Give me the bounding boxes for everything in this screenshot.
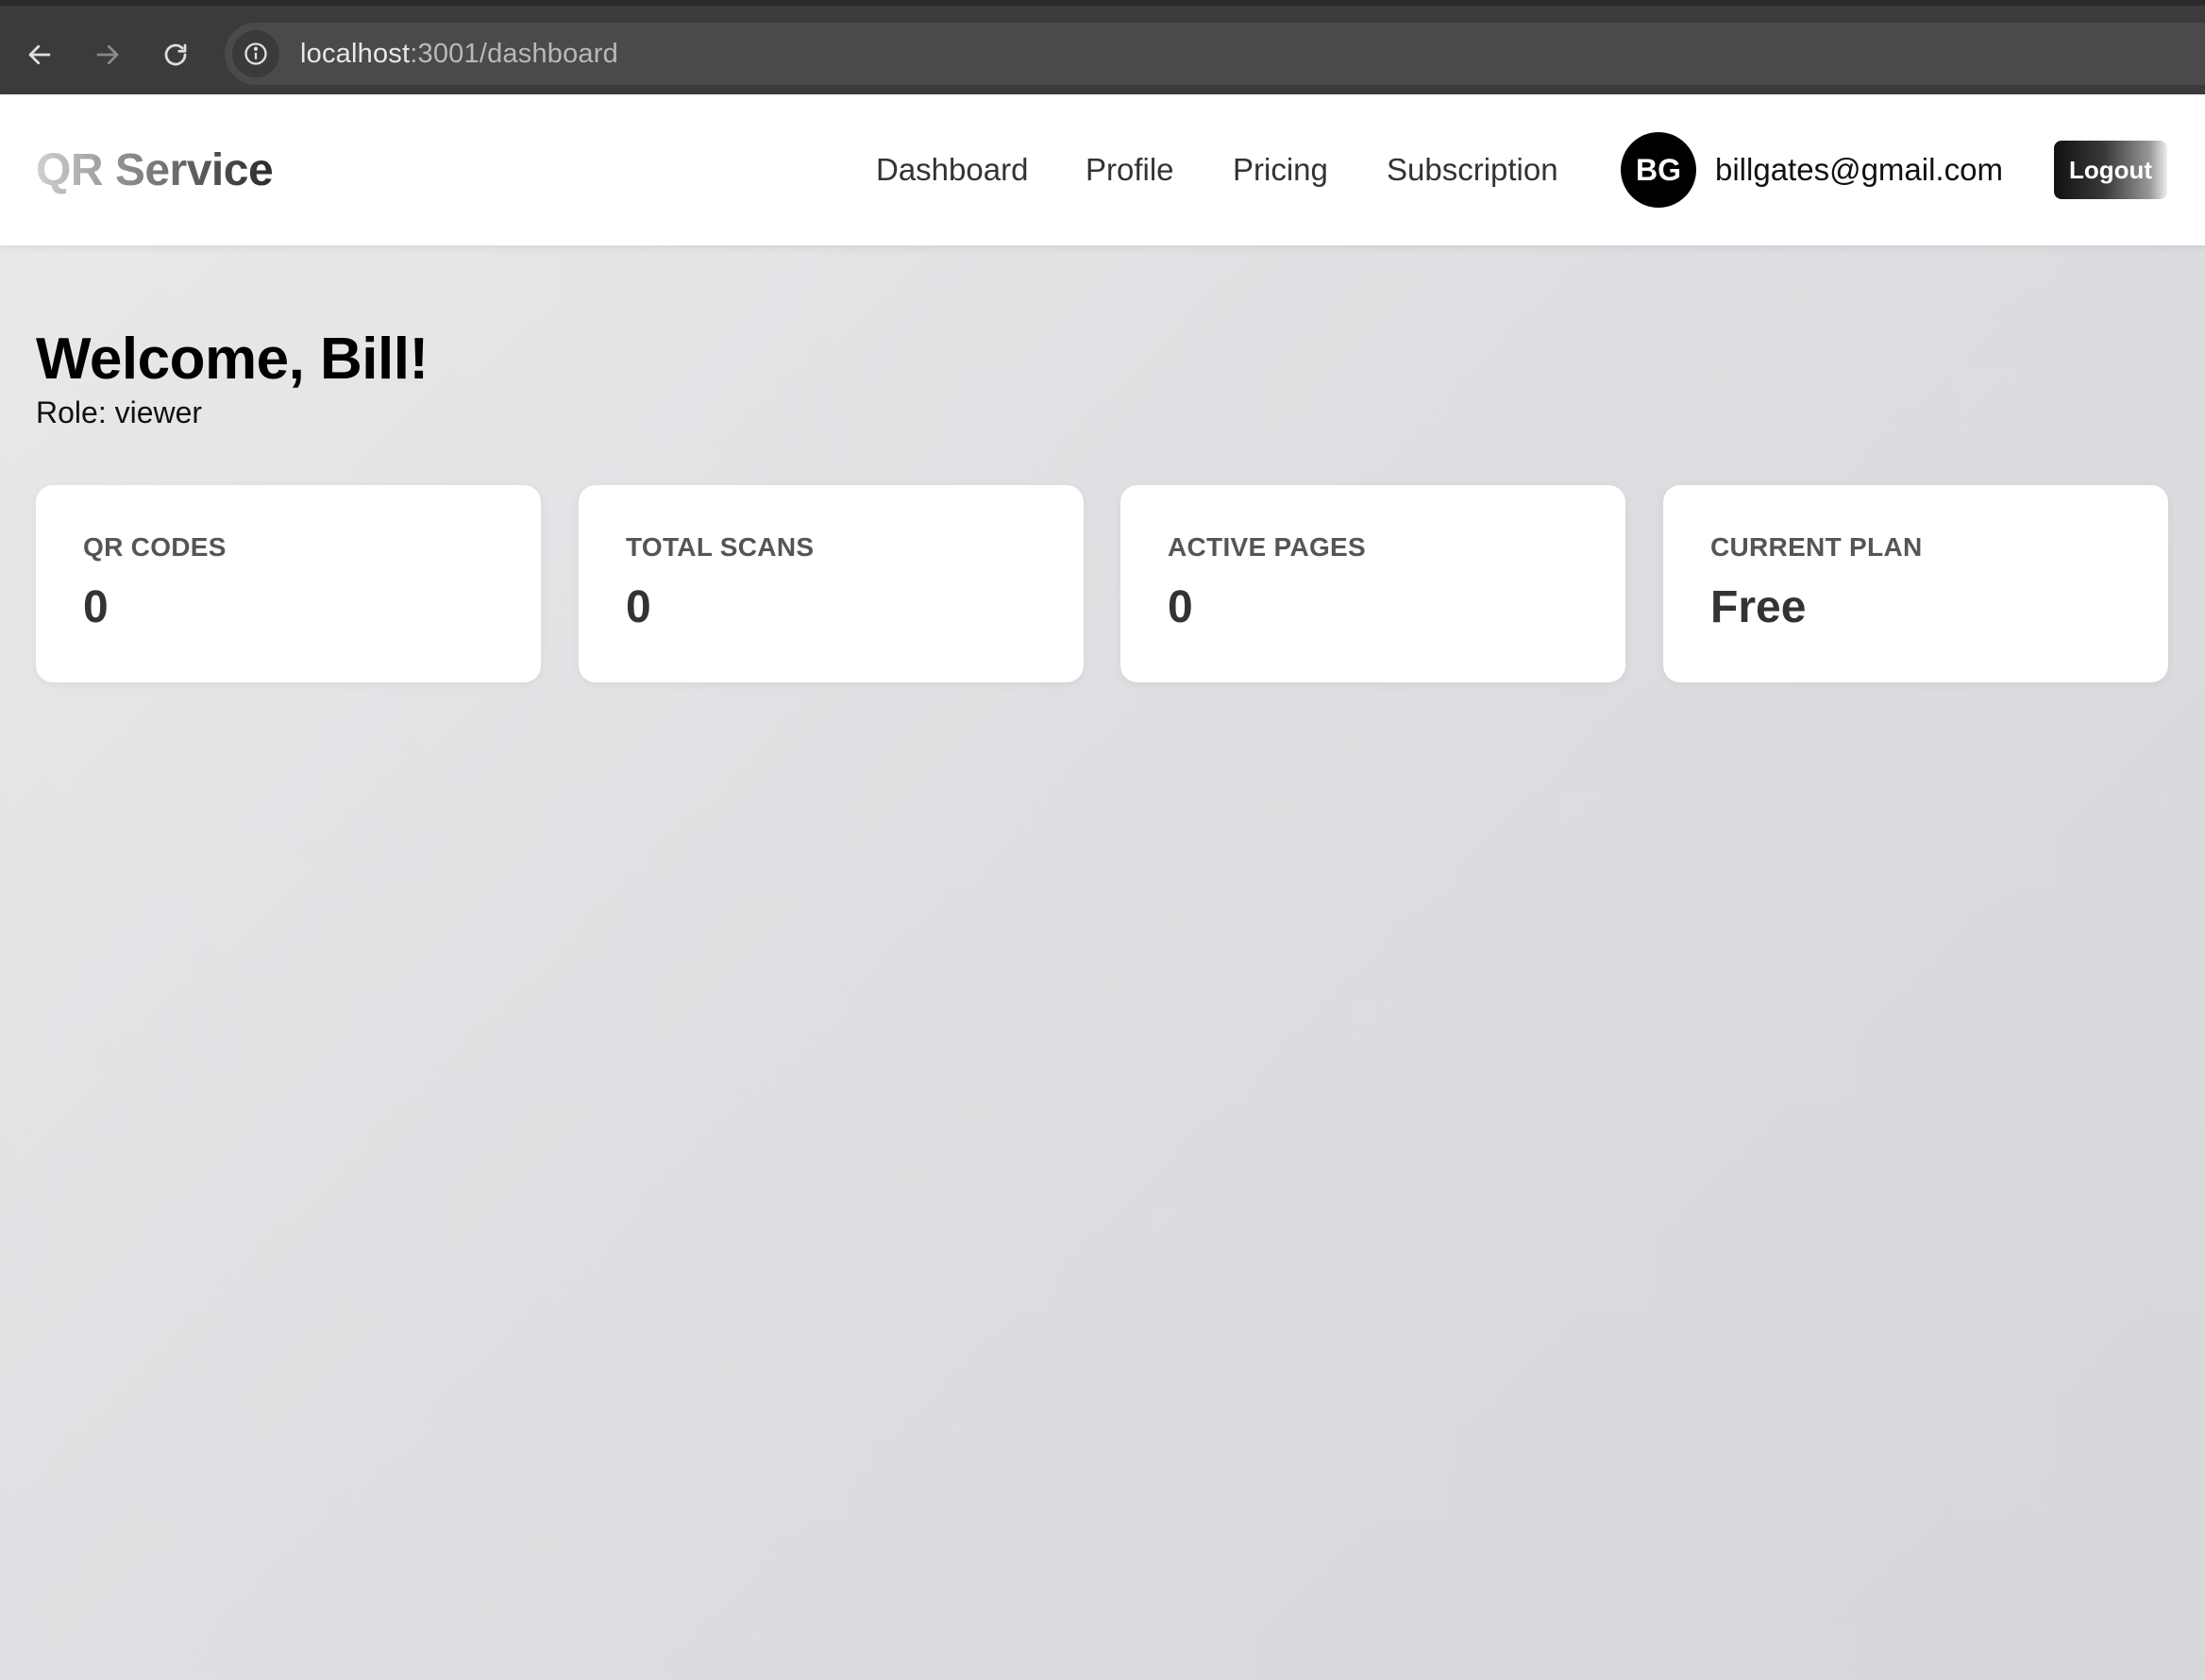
stat-value: 0: [626, 582, 651, 632]
stat-card-qr-codes: QR CODES 0: [36, 485, 541, 682]
reload-icon: [164, 43, 187, 66]
url-host: localhost: [300, 38, 411, 69]
forward-arrow-icon: [96, 44, 119, 65]
url-path: :3001/dashboard: [410, 38, 618, 69]
stat-label: ACTIVE PAGES: [1168, 532, 1367, 562]
user-email: billgates@gmail.com: [1715, 152, 2003, 187]
stat-value: 0: [1168, 582, 1193, 632]
role-text: Role: viewer: [36, 395, 203, 429]
back-button[interactable]: [19, 34, 60, 76]
page-title: Welcome, Bill!: [36, 327, 429, 392]
reload-button[interactable]: [155, 34, 196, 76]
logout-button[interactable]: Logout: [2054, 141, 2167, 199]
nav-profile[interactable]: Profile: [1086, 149, 1174, 191]
stat-label: CURRENT PLAN: [1710, 532, 1923, 562]
stat-value: 0: [83, 582, 109, 632]
nav-subscription[interactable]: Subscription: [1387, 149, 1558, 191]
avatar[interactable]: BG: [1621, 132, 1696, 208]
stat-label: QR CODES: [83, 532, 227, 562]
address-bar[interactable]: localhost:3001/dashboard: [225, 23, 2205, 85]
app-header: QR Service Dashboard Profile Pricing Sub…: [0, 94, 2205, 245]
forward-button[interactable]: [87, 34, 128, 76]
stat-card-current-plan: CURRENT PLAN Free: [1663, 485, 2168, 682]
site-info-button[interactable]: [232, 30, 279, 77]
browser-toolbar: localhost:3001/dashboard: [0, 0, 2205, 94]
stat-value: Free: [1710, 582, 1807, 632]
info-icon: [244, 42, 267, 65]
stat-label: TOTAL SCANS: [626, 532, 815, 562]
stat-card-total-scans: TOTAL SCANS 0: [579, 485, 1084, 682]
nav-pricing[interactable]: Pricing: [1233, 149, 1328, 191]
url-text[interactable]: localhost:3001/dashboard: [300, 39, 618, 70]
nav-dashboard[interactable]: Dashboard: [876, 149, 1028, 191]
brand-logo[interactable]: QR Service: [36, 143, 274, 198]
stat-card-active-pages: ACTIVE PAGES 0: [1120, 485, 1625, 682]
back-arrow-icon: [28, 44, 51, 65]
